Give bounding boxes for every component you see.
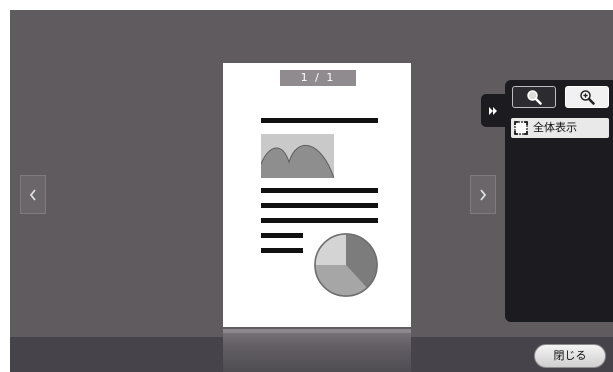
page-reflection [223, 329, 411, 372]
zoom-out-button[interactable] [512, 86, 556, 108]
text-line [261, 188, 378, 193]
text-line [261, 248, 303, 253]
zoom-in-button[interactable] [565, 86, 609, 108]
next-page-button[interactable] [470, 175, 496, 214]
page-counter: 1 / 1 [280, 70, 356, 86]
side-panel: 全体表示 [505, 80, 613, 322]
zoom-out-icon [527, 90, 542, 105]
panel-toggle-button[interactable] [481, 94, 505, 127]
chevron-left-icon [29, 188, 36, 201]
preview-screen: 1 / 1 全体表示 閉じる [10, 10, 613, 372]
page-current: 1 [300, 71, 310, 84]
text-line [261, 218, 378, 223]
previous-page-button[interactable] [20, 175, 46, 214]
text-line [261, 118, 378, 123]
page-separator: / [315, 71, 321, 84]
thumbnail-image [261, 134, 334, 178]
document-page-preview: 1 / 1 [223, 63, 411, 327]
chevron-right-icon [480, 188, 487, 201]
text-line [261, 233, 303, 238]
fit-whole-page-button[interactable]: 全体表示 [511, 118, 609, 138]
pie-chart-graphic [314, 233, 378, 297]
fit-whole-page-label: 全体表示 [533, 121, 577, 134]
zoom-in-icon [580, 90, 595, 105]
close-button[interactable]: 閉じる [534, 344, 606, 368]
text-line [261, 203, 378, 208]
fit-page-icon [514, 121, 528, 135]
page-total: 1 [326, 71, 336, 84]
double-chevron-right-icon [489, 106, 497, 115]
